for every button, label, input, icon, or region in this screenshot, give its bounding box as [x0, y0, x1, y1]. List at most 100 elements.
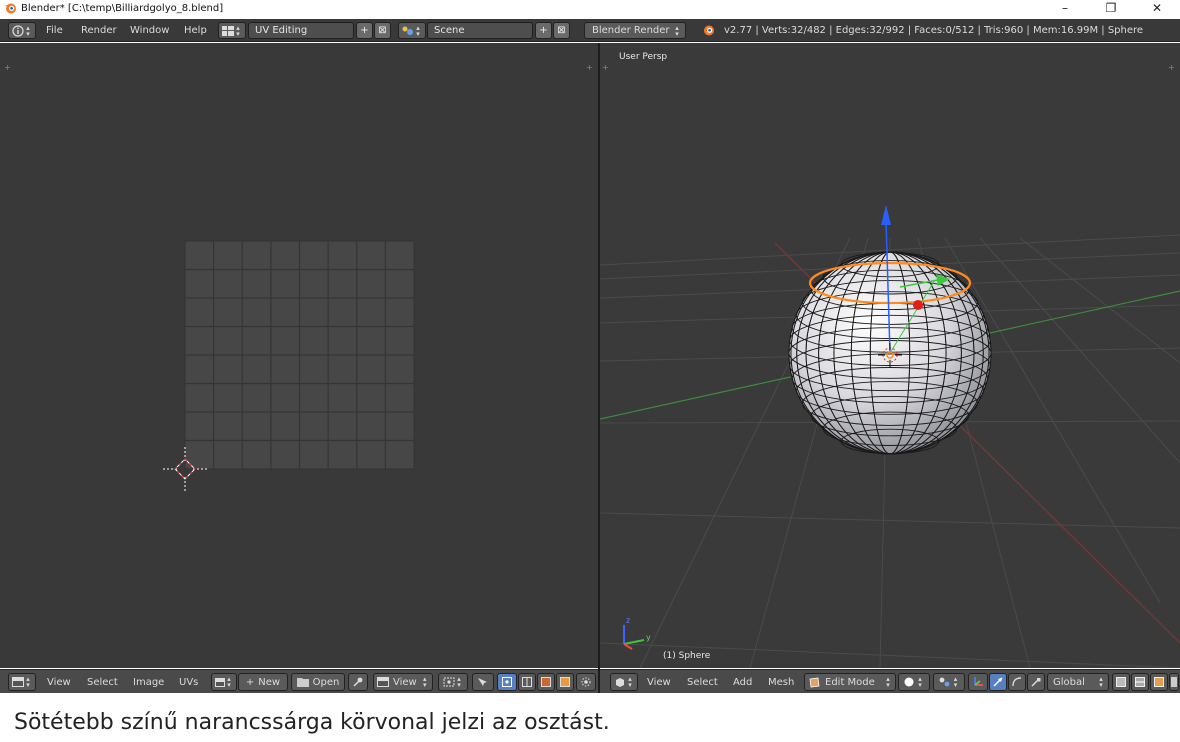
vertex-select-mode-button[interactable]: [497, 673, 517, 691]
caption-text: Sötétebb színű narancssárga körvonal jel…: [14, 710, 610, 735]
info-header: ▴ ▾ File Render Window Help ▴ ▾ UV Editing…: [0, 19, 1180, 42]
3d-view-icon: [616, 678, 624, 687]
image-browse-icon: [215, 677, 225, 687]
uv-editor-header: ▴ ▾ View Select Image UVs ▴ ▾ + New Open V…: [0, 669, 598, 693]
limit-selection-button[interactable]: [1169, 673, 1179, 691]
layout-name-field[interactable]: UV Editing: [248, 22, 354, 39]
layout-grid-icon: [222, 25, 234, 36]
add-layout-button[interactable]: +: [356, 22, 373, 39]
browse-image-button[interactable]: ▴ ▾: [211, 673, 237, 691]
face-select-mode-button[interactable]: [537, 673, 555, 691]
edge-select-mode-button[interactable]: [518, 673, 536, 691]
updown-arrows-icon: ▴ ▾: [26, 23, 30, 38]
updown-arrows-icon: ▴ ▾: [26, 675, 30, 689]
menu-render[interactable]: Render: [79, 22, 119, 39]
edge-select-icon: [522, 677, 532, 687]
sync-select-icon: [478, 678, 487, 686]
occlude-icon: [1171, 677, 1177, 687]
uv-menu-view[interactable]: View: [45, 673, 73, 691]
scene-selector[interactable]: ▴ ▾: [398, 22, 426, 39]
restore-button[interactable]: ❐: [1088, 0, 1134, 16]
edit-mode-icon: [809, 677, 820, 687]
menu-help[interactable]: Help: [182, 22, 209, 39]
screen-layout-selector[interactable]: ▴ ▾: [218, 22, 246, 39]
remove-scene-button[interactable]: ⊠: [553, 22, 570, 39]
interaction-mode-dropdown[interactable]: Edit Mode ▴ ▾: [804, 673, 896, 691]
vertex-select-icon: [1116, 677, 1126, 687]
rotate-manipulator-button[interactable]: [1008, 673, 1026, 691]
view-mode-dropdown[interactable]: View ▴ ▾: [373, 673, 433, 691]
uv-menu-select[interactable]: Select: [85, 673, 120, 691]
viewport-canvas[interactable]: z y: [600, 43, 1180, 668]
updown-arrows-icon: ▴ ▾: [227, 675, 231, 689]
viewport-shading-dropdown[interactable]: ▴ ▾: [898, 673, 930, 691]
updown-arrows-icon: ▴ ▾: [457, 675, 461, 689]
close-button[interactable]: ✕: [1134, 0, 1180, 16]
render-engine-label: Blender Render: [592, 25, 670, 36]
add-scene-button[interactable]: +: [535, 22, 552, 39]
editor-type-info-button[interactable]: ▴ ▾: [8, 22, 36, 39]
sticky-select-icon: [581, 677, 591, 687]
vp-menu-view[interactable]: View: [645, 673, 673, 691]
vertex-select-icon: [502, 677, 512, 687]
open-image-button[interactable]: Open: [291, 673, 345, 691]
scene-name-field[interactable]: Scene: [427, 22, 533, 39]
sync-selection-toggle[interactable]: [472, 673, 494, 691]
uv-menu-uvs[interactable]: UVs: [177, 673, 200, 691]
editor-type-image-button[interactable]: ▴ ▾: [8, 673, 36, 691]
uv-menu-image[interactable]: Image: [131, 673, 166, 691]
blender-logo-icon: [704, 25, 714, 36]
3d-viewport[interactable]: User Persp + + z y (1) Sphere: [600, 43, 1180, 668]
face-select-3d-button[interactable]: [1150, 673, 1168, 691]
new-image-button[interactable]: + New: [238, 673, 288, 691]
folder-icon: [296, 678, 309, 687]
face-select-icon: [1154, 677, 1164, 687]
translate-manipulator-button[interactable]: [989, 673, 1007, 691]
menu-window[interactable]: Window: [128, 22, 171, 39]
editor-type-3dview-button[interactable]: ▴ ▾: [610, 673, 638, 691]
face-select-icon: [541, 677, 551, 687]
updown-arrows-icon: ▴ ▾: [416, 23, 420, 38]
sticky-selection-dropdown[interactable]: [576, 673, 596, 691]
menu-file[interactable]: File: [44, 22, 65, 39]
solid-shading-icon: [904, 677, 914, 687]
pivot-median-icon: [939, 677, 949, 687]
manipulator-toggle[interactable]: [968, 673, 988, 691]
transform-orientation-dropdown[interactable]: Global ▴ ▾: [1047, 673, 1109, 691]
window-titlebar: Blender* [C:\temp\Billiardgolyo_8.blend]…: [0, 0, 1180, 16]
edge-select-icon: [1135, 677, 1145, 687]
rotate-icon: [1012, 677, 1022, 687]
remove-layout-button[interactable]: ⊠: [374, 22, 391, 39]
island-select-icon: [560, 677, 570, 687]
minimize-button[interactable]: –: [1042, 0, 1088, 16]
axis-gizmo-y-label: y: [646, 633, 651, 642]
uv-image-editor[interactable]: + +: [0, 43, 598, 668]
interaction-mode-label: Edit Mode: [825, 676, 875, 688]
image-editor-icon: [12, 677, 24, 687]
vertex-select-3d-button[interactable]: [1112, 673, 1130, 691]
pivot-point-3d-dropdown[interactable]: ▴ ▾: [933, 673, 965, 691]
scale-icon: [1031, 678, 1041, 687]
scene-icon: [402, 26, 413, 35]
pin-icon: [353, 677, 363, 687]
updown-arrows-icon: ▴ ▾: [675, 23, 679, 38]
pivot-point-dropdown[interactable]: ▴ ▾: [438, 673, 468, 691]
plus-icon: +: [245, 676, 255, 688]
edge-select-3d-button[interactable]: [1131, 673, 1149, 691]
info-icon: [12, 24, 24, 37]
axis-gizmo: z y: [623, 616, 651, 650]
window-title: Blender* [C:\temp\Billiardgolyo_8.blend]: [21, 2, 224, 14]
scale-manipulator-button[interactable]: [1027, 673, 1045, 691]
scene-statistics: v2.77 | Verts:32/482 | Edges:32/992 | Fa…: [724, 25, 1144, 36]
manipulator-icon: [974, 677, 983, 686]
transform-orientation-label: Global: [1053, 676, 1085, 688]
island-select-mode-button[interactable]: [556, 673, 574, 691]
vp-menu-add[interactable]: Add: [731, 673, 754, 691]
render-engine-dropdown[interactable]: Blender Render ▴ ▾: [584, 22, 686, 39]
active-object-label: (1) Sphere: [663, 651, 711, 661]
vp-menu-select[interactable]: Select: [685, 673, 720, 691]
pin-image-button[interactable]: [348, 673, 368, 691]
translate-icon: [993, 677, 1003, 687]
uv-canvas[interactable]: [0, 43, 598, 668]
vp-menu-mesh[interactable]: Mesh: [766, 673, 796, 691]
